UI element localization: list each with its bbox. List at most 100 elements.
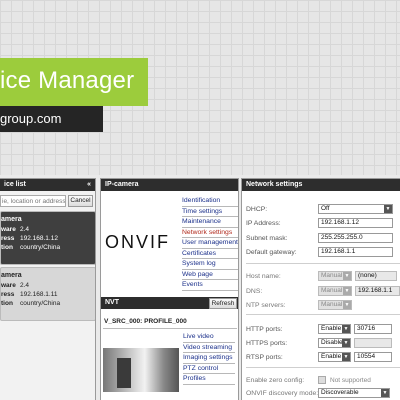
address-value: 192.168.1.11: [20, 291, 58, 298]
divider: [246, 263, 400, 264]
onvif-logo: ONVIF: [105, 232, 171, 252]
device-list-panel: ice list « Cancel amera ware 2.4 ress 19…: [0, 178, 96, 400]
hostname-mode: Manual: [321, 272, 343, 279]
http-mode-select[interactable]: Enable ▼: [318, 324, 351, 334]
ip-camera-header: IP-camera: [101, 179, 238, 191]
device-name: amera: [1, 216, 22, 223]
discovery-label: ONVIF discovery mode:: [246, 390, 319, 397]
collapse-icon[interactable]: «: [87, 179, 91, 191]
zero-config-status: Not supported: [330, 377, 371, 384]
gateway-field[interactable]: 192.168.1.1: [318, 247, 393, 257]
discovery-mode-select[interactable]: Discoverable ▼: [318, 388, 390, 398]
video-source-label: V_SRC_000: PROFILE_000: [104, 318, 187, 325]
https-port-field: [354, 338, 392, 348]
chevron-down-icon: ▼: [342, 325, 350, 333]
rtsp-label: RTSP ports:: [246, 354, 283, 361]
ip-camera-panel: IP-camera ONVIF Identification Time sett…: [100, 178, 239, 400]
zero-config-label: Enable zero config:: [246, 377, 305, 384]
ntp-mode-select: Manual ▼: [318, 300, 352, 310]
chevron-down-icon: ▼: [343, 272, 351, 280]
menu-profiles[interactable]: Profiles: [183, 374, 235, 385]
rtsp-mode-select[interactable]: Enable ▼: [318, 352, 351, 362]
menu-certificates[interactable]: Certificates: [182, 249, 238, 259]
chevron-down-icon: ▼: [384, 205, 392, 213]
nvt-header: NVT Refresh: [101, 297, 238, 309]
cancel-button[interactable]: Cancel: [68, 195, 93, 207]
http-port-field[interactable]: 30716: [354, 324, 392, 334]
thumbnail-doorway: [117, 358, 131, 388]
stream-menu: Live video Video streaming Imaging setti…: [183, 332, 235, 385]
location-key: tion: [1, 300, 13, 307]
menu-maintenance[interactable]: Maintenance: [182, 217, 238, 228]
dns-field: 192.168.1.1: [355, 286, 400, 296]
rtsp-mode: Enable: [321, 353, 342, 360]
menu-system-log[interactable]: System log: [182, 259, 238, 270]
hostname-field: (none): [355, 271, 397, 281]
chevron-down-icon: ▼: [342, 339, 350, 347]
device-search-input[interactable]: [0, 195, 66, 207]
menu-web-page[interactable]: Web page: [182, 270, 238, 280]
menu-events[interactable]: Events: [182, 280, 238, 291]
dhcp-select[interactable]: Off ▼: [318, 204, 393, 214]
chevron-down-icon: ▼: [342, 353, 350, 361]
video-thumbnail[interactable]: [103, 348, 179, 392]
dhcp-value: Off: [321, 205, 330, 212]
menu-network-settings[interactable]: Network settings: [182, 228, 238, 238]
ntp-label: NTP servers:: [246, 302, 286, 309]
subnet-mask-field[interactable]: 255.255.255.0: [318, 233, 393, 243]
https-label: HTTPS ports:: [246, 340, 288, 347]
app-subtitle: group.com: [0, 111, 62, 126]
divider: [246, 367, 400, 368]
menu-ptz-control[interactable]: PTZ control: [183, 364, 235, 374]
subnet-label: Subnet mask:: [246, 235, 288, 242]
menu-video-streaming[interactable]: Video streaming: [183, 343, 235, 353]
menu-live-video[interactable]: Live video: [183, 332, 235, 343]
divider: [246, 314, 400, 315]
network-settings-header: Network settings: [242, 179, 400, 191]
ntp-mode: Manual: [321, 301, 343, 308]
device-item-2[interactable]: amera ware 2.4 ress 192.168.1.11 tion co…: [0, 267, 95, 321]
discovery-mode: Discoverable: [321, 389, 359, 396]
search-row: Cancel: [0, 195, 95, 207]
hostname-mode-select: Manual ▼: [318, 271, 352, 281]
chevron-down-icon: ▼: [343, 301, 351, 309]
device-name: amera: [1, 272, 22, 279]
menu-imaging-settings[interactable]: Imaging settings: [183, 353, 235, 364]
menu-user-management[interactable]: User management: [182, 238, 238, 249]
gateway-label: Default gateway:: [246, 249, 297, 256]
divider: [103, 328, 237, 329]
device-list-header: ice list «: [0, 179, 95, 191]
ip-label: IP Address:: [246, 220, 281, 227]
https-mode: Disable: [321, 339, 343, 346]
menu-time-settings[interactable]: Time settings: [182, 207, 238, 217]
chevron-down-icon: ▼: [343, 287, 351, 295]
ip-address-field[interactable]: 192.168.1.12: [318, 218, 393, 228]
dns-label: DNS:: [246, 288, 263, 295]
refresh-button[interactable]: Refresh: [209, 298, 237, 309]
location-value: country/China: [20, 244, 61, 251]
chevron-down-icon: ▼: [381, 389, 389, 397]
menu-identification[interactable]: Identification: [182, 196, 238, 207]
address-key: ress: [1, 235, 15, 242]
device-item-1[interactable]: amera ware 2.4 ress 192.168.1.12 tion co…: [0, 211, 95, 265]
location-key: tion: [1, 244, 13, 251]
http-label: HTTP ports:: [246, 326, 283, 333]
app-title: ice Manager: [0, 67, 135, 94]
zero-config-checkbox: [318, 376, 326, 384]
hostname-label: Host name:: [246, 273, 281, 280]
device-list-title: ice list: [4, 181, 26, 188]
dns-mode: Manual: [321, 287, 343, 294]
camera-menu: Identification Time settings Maintenance…: [182, 196, 238, 291]
dns-mode-select: Manual ▼: [318, 286, 352, 296]
firmware-value: 2.4: [20, 282, 30, 289]
location-value: country/China: [20, 300, 61, 307]
http-mode: Enable: [321, 325, 342, 332]
firmware-value: 2.4: [20, 226, 30, 233]
firmware-key: ware: [1, 282, 16, 289]
rtsp-port-field[interactable]: 10554: [354, 352, 392, 362]
https-mode-select[interactable]: Disable ▼: [318, 338, 351, 348]
address-value: 192.168.1.12: [20, 235, 58, 242]
network-settings-panel: Network settings DHCP: Off ▼ IP Address:…: [241, 178, 400, 400]
dhcp-label: DHCP:: [246, 206, 268, 213]
firmware-key: ware: [1, 226, 16, 233]
